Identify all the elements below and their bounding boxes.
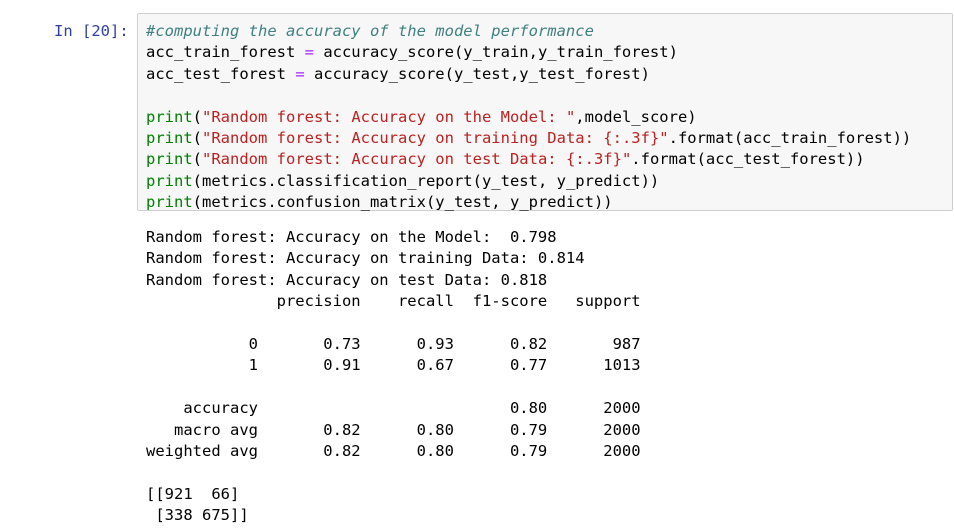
- cell-prompt: In [20]:: [54, 22, 129, 40]
- code-line-print-2: print("Random forest: Accuracy on traini…: [146, 128, 911, 149]
- output-line: accuracy 0.80 2000: [146, 399, 641, 418]
- code-text: (: [192, 128, 203, 147]
- output-line: macro avg 0.82 0.80 0.79 2000: [146, 420, 641, 439]
- output-line: [[921 66]: [146, 484, 240, 503]
- code-line-print-5: print(metrics.confusion_matrix(y_test, y…: [146, 192, 911, 213]
- code-text: (: [192, 107, 203, 126]
- code-operator: =: [295, 64, 305, 83]
- code-input-area[interactable]: #computing the accuracy of the model per…: [137, 13, 953, 211]
- code-text: acc_train_forest: [146, 43, 305, 62]
- print-keyword: print: [146, 171, 193, 190]
- output-line: [338 675]]: [146, 506, 249, 525]
- code-comment: #computing the accuracy of the model per…: [146, 22, 594, 40]
- code-string: "Random forest: Accuracy on test Data: {…: [202, 150, 632, 169]
- print-keyword: print: [146, 193, 193, 212]
- code-text: accuracy_score(y_test,y_test_forest): [304, 64, 650, 83]
- code-line-print-1: print("Random forest: Accuracy on the Mo…: [146, 107, 911, 128]
- code-line-print-3: print("Random forest: Accuracy on test D…: [146, 149, 911, 170]
- code-text: (: [192, 150, 203, 169]
- cell-output: Random forest: Accuracy on the Model: 0.…: [146, 227, 641, 526]
- code-line-2: acc_train_forest = accuracy_score(y_trai…: [146, 42, 911, 63]
- code-text: ,model_score): [575, 107, 697, 126]
- output-line: Random forest: Accuracy on training Data…: [146, 249, 585, 268]
- code-text: .format(acc_test_forest)): [631, 150, 865, 169]
- code-string: "Random forest: Accuracy on the Model: ": [202, 107, 576, 126]
- code-line-3: acc_test_forest = accuracy_score(y_test,…: [146, 64, 911, 85]
- print-keyword: print: [146, 107, 193, 126]
- output-line: 1 0.91 0.67 0.77 1013: [146, 356, 641, 375]
- print-keyword: print: [146, 128, 193, 147]
- code-string: "Random forest: Accuracy on training Dat…: [202, 128, 669, 147]
- output-line: Random forest: Accuracy on test Data: 0.…: [146, 270, 548, 289]
- code-line-print-4: print(metrics.classification_report(y_te…: [146, 171, 911, 192]
- output-line: weighted avg 0.82 0.80 0.79 2000: [146, 441, 641, 460]
- code-line-comment: #computing the accuracy of the model per…: [146, 21, 911, 42]
- print-keyword: print: [146, 150, 193, 169]
- code-text: (metrics.confusion_matrix(y_test, y_pred…: [192, 193, 613, 212]
- code-text: acc_test_forest: [146, 64, 296, 83]
- output-line: Random forest: Accuracy on the Model: 0.…: [146, 228, 557, 246]
- output-line: precision recall f1-score support: [146, 292, 641, 311]
- code-operator: =: [304, 43, 314, 62]
- code-editor[interactable]: #computing the accuracy of the model per…: [146, 21, 911, 214]
- code-text: .format(acc_train_forest)): [668, 128, 912, 147]
- output-line: 0 0.73 0.93 0.82 987: [146, 334, 641, 353]
- code-text: accuracy_score(y_train,y_train_forest): [313, 43, 678, 62]
- code-text: (metrics.classification_report(y_test, y…: [192, 171, 660, 190]
